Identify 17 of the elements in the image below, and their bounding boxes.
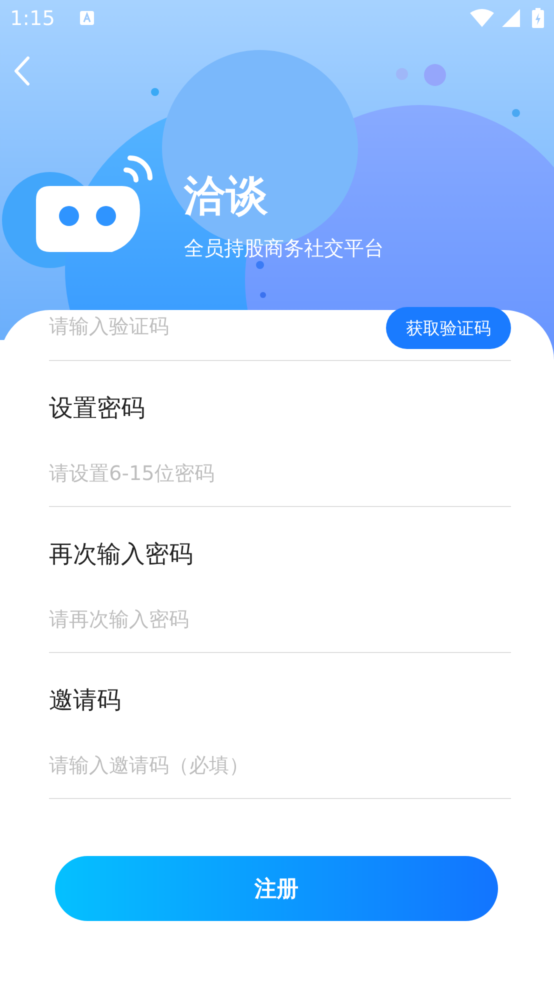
back-icon[interactable]: [14, 56, 30, 86]
signal-icon: [502, 9, 520, 27]
notification-icon: [78, 10, 95, 26]
get-code-button[interactable]: 获取验证码: [386, 307, 511, 349]
field-label: 邀请码: [49, 685, 121, 716]
battery-icon: [532, 8, 544, 28]
app-subtitle: 全员持股商务社交平台: [184, 235, 384, 262]
input-field[interactable]: 请再次输入密码: [49, 599, 511, 639]
input-field[interactable]: 请输入邀请码（必填）: [49, 745, 511, 785]
register-button[interactable]: 注册: [55, 856, 498, 921]
input-field[interactable]: 请设置6-15位密码: [49, 453, 511, 493]
app-title: 洽谈: [184, 170, 269, 222]
field-label: 再次输入密码: [49, 539, 193, 570]
field-label: 设置密码: [49, 393, 145, 424]
status-time: 1:15: [10, 6, 55, 30]
verification-code-field[interactable]: 请输入验证码: [49, 306, 386, 346]
wifi-icon: [470, 9, 494, 27]
